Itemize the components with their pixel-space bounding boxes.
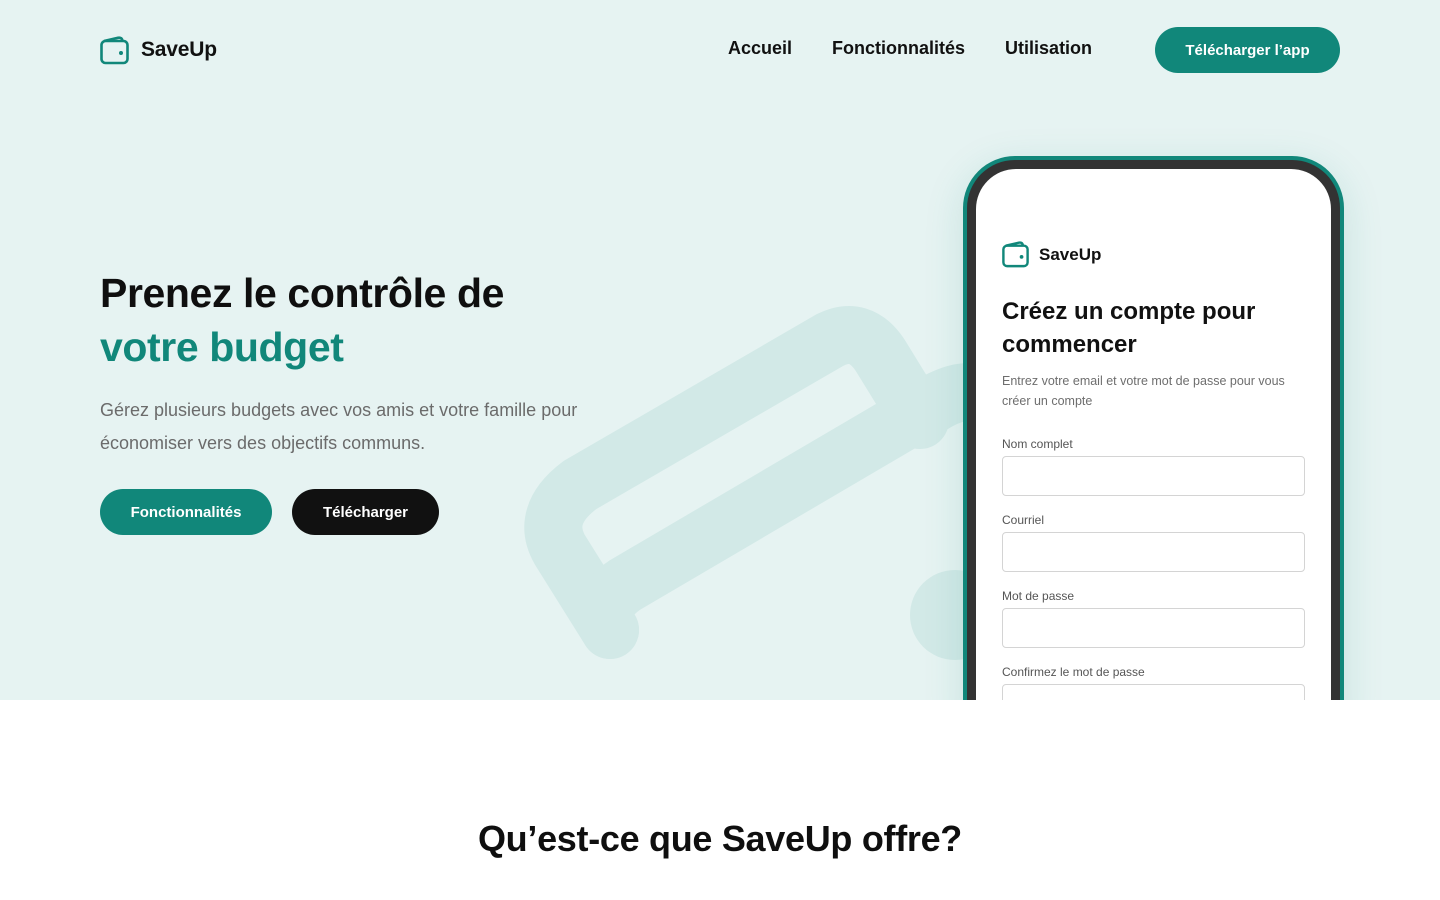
wallet-icon <box>100 35 129 64</box>
phone-screen: SaveUp Créez un compte pour commencer En… <box>976 169 1331 700</box>
app-logo-text: SaveUp <box>1039 244 1102 264</box>
email-input[interactable] <box>1002 532 1305 572</box>
nav-link-fonctionnalites[interactable]: Fonctionnalités <box>832 38 965 59</box>
signup-subtitle: Entrez votre email et votre mot de passe… <box>1002 374 1285 408</box>
password-label: Mot de passe <box>1002 589 1075 603</box>
hero-section: SaveUp Accueil Fonctionnalités Utilisati… <box>0 0 1440 700</box>
section-title: Qu’est-ce que SaveUp offre? <box>477 818 963 859</box>
phone-mockup: SaveUp Créez un compte pour commencer En… <box>963 156 1344 700</box>
main-nav: Accueil Fonctionnalités Utilisation <box>728 38 1092 59</box>
fullname-input[interactable] <box>1002 456 1305 496</box>
hero-title-accent: votre budget <box>100 324 344 370</box>
nav-link-accueil[interactable]: Accueil <box>728 38 792 59</box>
confirm-password-label: Confirmez le mot de passe <box>1002 665 1145 679</box>
confirm-password-input[interactable] <box>1002 684 1305 700</box>
wallet-icon <box>1002 241 1029 268</box>
signup-title: Créez un compte pour commencer <box>1002 298 1256 358</box>
nav-link-utilisation[interactable]: Utilisation <box>1005 38 1092 59</box>
logo-text: SaveUp <box>141 38 217 61</box>
app-logo: SaveUp <box>1002 241 1101 268</box>
hero-title-line1: Prenez le contrôle de <box>100 270 505 316</box>
hero-subtitle: Gérez plusieurs budgets avec vos amis et… <box>100 400 578 453</box>
email-label: Courriel <box>1002 513 1045 527</box>
phone-frame: SaveUp Créez un compte pour commencer En… <box>967 160 1340 700</box>
fullname-label: Nom complet <box>1002 437 1073 451</box>
download-button[interactable]: Télécharger <box>292 489 439 535</box>
hero-title: Prenez le contrôle de votre budget <box>100 266 504 374</box>
download-app-button[interactable]: Télécharger l’app <box>1155 27 1340 73</box>
logo[interactable]: SaveUp <box>100 34 217 66</box>
wallet-icon <box>524 306 1020 660</box>
password-input[interactable] <box>1002 608 1305 648</box>
features-button[interactable]: Fonctionnalités <box>100 489 272 535</box>
